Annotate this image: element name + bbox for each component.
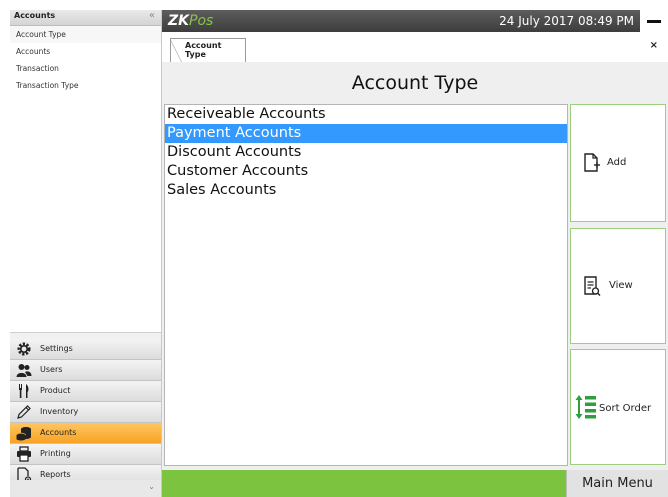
coins-icon (16, 427, 31, 441)
module-label: Accounts (40, 428, 77, 437)
module-users[interactable]: Users (10, 360, 161, 381)
sidebar: Accounts « Account Type Accounts Transac… (10, 10, 162, 497)
sidebar-splitter[interactable] (10, 332, 161, 339)
main-content: Account Type Receiveable Accounts Paymen… (162, 62, 668, 470)
sidebar-header: Accounts « (10, 10, 161, 26)
collapse-sidebar-icon[interactable]: « (149, 10, 155, 21)
module-accounts[interactable]: Accounts (10, 423, 161, 444)
pencil-icon (17, 405, 31, 419)
sort-order-icon (575, 395, 596, 419)
main-menu-button[interactable]: Main Menu (566, 470, 668, 497)
module-label: Inventory (40, 407, 79, 416)
users-icon (16, 364, 32, 377)
module-printing[interactable]: Printing (10, 444, 161, 465)
list-item[interactable]: Sales Accounts (165, 181, 567, 200)
status-bar (162, 470, 566, 497)
sidebar-item-transaction-type[interactable]: Transaction Type (10, 77, 161, 94)
page-title: Account Type (351, 72, 479, 94)
tab-label-line2: Type (185, 50, 206, 59)
module-inventory[interactable]: Inventory (10, 402, 161, 423)
datetime-display: 24 July 2017 08:49 PM (499, 14, 634, 28)
view-document-icon (584, 276, 601, 297)
module-label: Settings (40, 344, 73, 353)
module-settings[interactable]: Settings (10, 339, 161, 360)
sidebar-item-transaction[interactable]: Transaction (10, 60, 161, 77)
list-item[interactable]: Customer Accounts (165, 162, 567, 181)
tab-label: Account (185, 41, 222, 50)
add-button[interactable]: Add (570, 104, 666, 222)
title-bar: ZKPos 24 July 2017 08:49 PM (162, 10, 668, 32)
app-logo: ZKPos (168, 13, 214, 29)
minimize-icon (647, 20, 661, 23)
minimize-button[interactable] (640, 10, 668, 32)
list-item[interactable]: Receiveable Accounts (165, 105, 567, 124)
gear-icon (17, 342, 31, 356)
module-list: Settings Users Product Inventory Account… (10, 339, 161, 486)
list-item[interactable]: Discount Accounts (165, 143, 567, 162)
printer-icon (17, 446, 31, 462)
module-product[interactable]: Product (10, 381, 161, 402)
fork-knife-icon (19, 384, 29, 398)
sidebar-item-account-type[interactable]: Account Type (10, 26, 161, 43)
view-button[interactable]: View (570, 228, 666, 344)
chevron-down-icon[interactable]: ⌄ (148, 482, 155, 491)
sort-order-button[interactable]: Sort Order (570, 349, 666, 465)
sidebar-title: Accounts (14, 11, 56, 20)
account-type-list[interactable]: Receiveable Accounts Payment Accounts Di… (164, 104, 568, 466)
tab-strip: Account Type × (162, 32, 668, 62)
view-label: View (609, 280, 633, 291)
module-label: Product (40, 386, 71, 395)
add-document-icon (584, 153, 600, 172)
module-label: Users (40, 365, 63, 374)
sidebar-bottom: ⌄ (10, 480, 161, 497)
module-label: Printing (40, 449, 71, 458)
close-tab-icon[interactable]: × (650, 40, 658, 51)
list-item-selected[interactable]: Payment Accounts (165, 124, 567, 143)
module-label: Reports (40, 470, 71, 479)
sort-order-label: Sort Order (599, 403, 652, 414)
add-label: Add (607, 157, 627, 168)
sidebar-item-accounts[interactable]: Accounts (10, 43, 161, 60)
tab-account-type[interactable]: Account Type (170, 38, 246, 62)
